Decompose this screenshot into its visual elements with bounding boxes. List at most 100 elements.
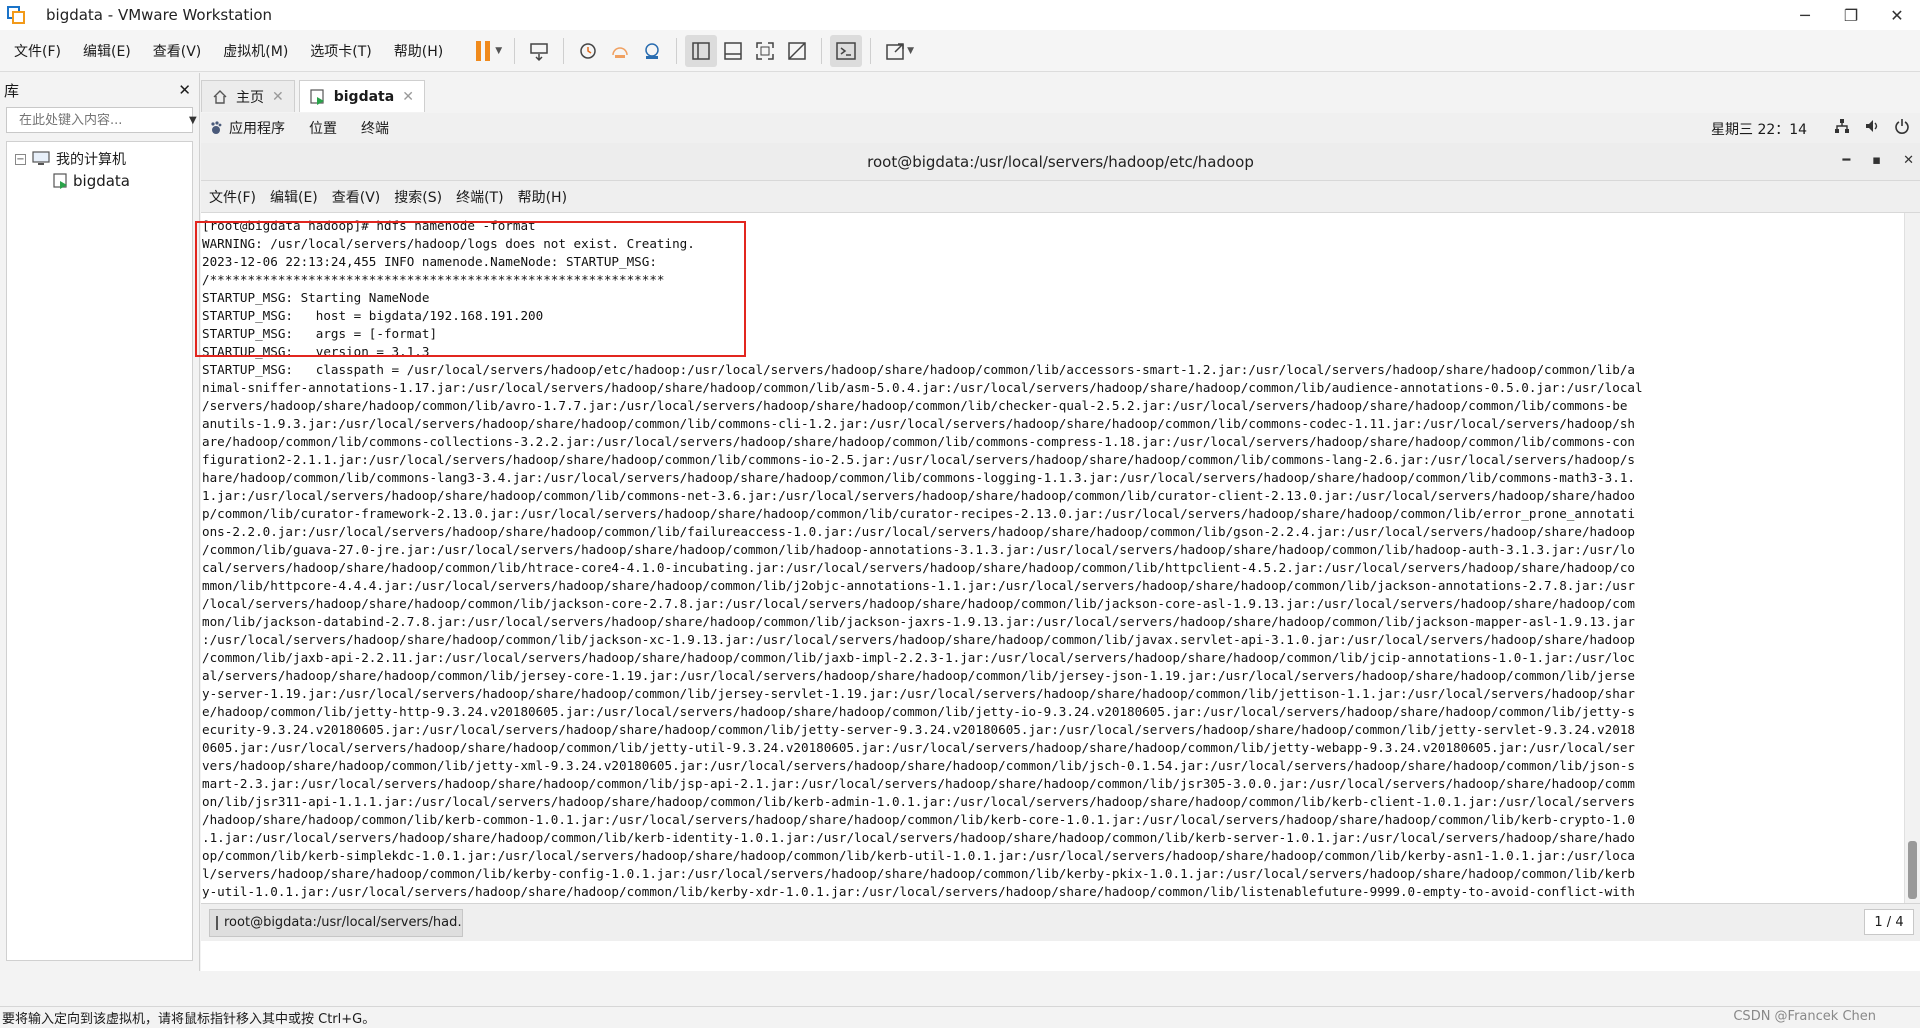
terminal-line: /servers/hadoop/share/hadoop/common/lib/…	[202, 398, 1628, 413]
scrollbar-thumb[interactable]	[1908, 841, 1917, 899]
minimize-icon[interactable]: ─	[1782, 0, 1828, 30]
stretch-dropdown-icon[interactable]: ▼	[907, 46, 914, 56]
menu-file[interactable]: 文件(F)	[6, 41, 69, 61]
library-header: 库 ✕	[0, 73, 199, 107]
library-panel: 库 ✕ ▼ − 我的计算机 bigdata	[0, 73, 200, 971]
vm-display[interactable]: 应用程序 位置 终端 星期三 22：14 root@bigdata:/usr/l…	[195, 113, 1920, 971]
unity-button[interactable]	[781, 35, 813, 67]
terminal-line: STARTUP_MSG: host = bigdata/192.168.191.…	[202, 308, 544, 323]
snapshot-manager-icon	[645, 42, 659, 59]
terminal-line: nimal-sniffer-annotations-1.17.jar:/usr/…	[202, 380, 1643, 395]
window-titlebar: bigdata - VMware Workstation ─ ❐ ✕	[0, 0, 1920, 30]
console-icon	[836, 41, 856, 60]
terminal-menu-help[interactable]: 帮助(H)	[518, 187, 567, 207]
collapse-icon[interactable]: −	[15, 153, 26, 165]
gnome-clock[interactable]: 星期三 22：14	[1711, 119, 1807, 139]
terminal-menubar: 文件(F) 编辑(E) 查看(V) 搜索(S) 终端(T) 帮助(H)	[201, 181, 1920, 213]
show-library-button[interactable]	[685, 34, 718, 67]
main-menubar: 文件(F) 编辑(E) 查看(V) 虚拟机(M) 选项卡(T) 帮助(H) ▼	[0, 30, 1920, 72]
console-view-button[interactable]	[830, 34, 863, 67]
menu-view[interactable]: 查看(V)	[145, 41, 210, 61]
restore-icon[interactable]: ❐	[1828, 0, 1874, 30]
terminal-line: cal/servers/hadoop/share/hadoop/common/l…	[202, 560, 1636, 575]
terminal-line: mart-2.3.jar:/usr/local/servers/hadoop/s…	[202, 776, 1636, 791]
watermark: CSDN @Francek Chen	[1733, 1009, 1876, 1024]
terminal-line: are/hadoop/common/lib/commons-collection…	[202, 434, 1636, 449]
terminal-line: 2023-12-06 22:13:24,455 INFO namenode.Na…	[202, 254, 657, 269]
power-icon[interactable]	[1894, 118, 1910, 134]
send-keys-button[interactable]	[523, 35, 555, 67]
terminal-line: mmon/lib/httpcore-4.4.4.jar:/usr/local/s…	[202, 578, 1636, 593]
menu-help[interactable]: 帮助(H)	[386, 41, 451, 61]
terminal-maximize-icon[interactable]: ▪	[1872, 153, 1881, 168]
library-search: ▼	[6, 107, 197, 133]
terminal-menu-file[interactable]: 文件(F)	[209, 187, 256, 207]
terminal-line: hare/hadoop/common/lib/commons-lang3-3.4…	[202, 470, 1636, 485]
terminal-line: /common/lib/jaxb-api-2.2.11.jar:/usr/loc…	[202, 650, 1636, 665]
volume-icon[interactable]	[1864, 118, 1880, 134]
terminal-menu-terminal[interactable]: 终端(T)	[456, 187, 503, 207]
terminal-line: figuration2-2.1.1.jar:/usr/local/servers…	[202, 452, 1636, 467]
terminal-scrollbar[interactable]	[1904, 213, 1920, 903]
terminal-line: l/servers/hadoop/share/hadoop/common/lib…	[202, 866, 1636, 881]
window-title: bigdata - VMware Workstation	[46, 6, 273, 24]
terminal-line: WARNING: /usr/local/servers/hadoop/logs …	[202, 236, 695, 251]
snapshot-button[interactable]	[572, 35, 604, 67]
terminal-menu-search[interactable]: 搜索(S)	[394, 187, 442, 207]
terminal-menu-edit[interactable]: 编辑(E)	[270, 187, 318, 207]
tab-label: bigdata	[333, 88, 395, 105]
menu-edit[interactable]: 编辑(E)	[75, 41, 139, 61]
terminal-close-icon[interactable]: ✕	[1903, 153, 1914, 168]
gnome-terminal-menu[interactable]: 终端	[361, 118, 389, 138]
terminal-title: root@bigdata:/usr/local/servers/hadoop/e…	[867, 152, 1254, 171]
search-dropdown-icon[interactable]: ▼	[189, 115, 197, 126]
workspace-pager[interactable]: 1 / 4	[1864, 909, 1914, 935]
gnome-foot-icon	[211, 121, 222, 134]
tab-close-icon[interactable]: ✕	[272, 89, 284, 105]
tree-item-my-computer[interactable]: − 我的计算机	[7, 148, 192, 170]
tab-close-icon[interactable]: ✕	[402, 89, 414, 105]
fullscreen-button[interactable]	[749, 35, 781, 67]
close-icon[interactable]: ✕	[1874, 0, 1920, 30]
terminal-line: p/common/lib/curator-framework-2.13.0.ja…	[202, 506, 1636, 521]
library-search-input[interactable]	[19, 112, 189, 128]
gnome-places-menu[interactable]: 位置	[309, 118, 337, 138]
tab-bigdata[interactable]: bigdata ✕	[298, 80, 425, 112]
terminal-minimize-icon[interactable]: ━	[1842, 153, 1850, 168]
tab-label: 主页	[236, 89, 264, 106]
terminal-line: STARTUP_MSG: Starting NameNode	[202, 290, 430, 305]
terminal-line: /***************************************…	[202, 272, 665, 287]
terminal-menu-view[interactable]: 查看(V)	[332, 187, 381, 207]
library-close-icon[interactable]: ✕	[178, 81, 191, 99]
thumbnail-bar-button[interactable]	[717, 35, 749, 67]
menu-tabs[interactable]: 选项卡(T)	[302, 41, 379, 61]
unity-icon	[788, 41, 806, 60]
tree-item-label: 我的计算机	[56, 152, 126, 168]
taskbar-item-terminal[interactable]: root@bigdata:/usr/local/servers/had…	[209, 908, 463, 937]
revert-snapshot-button[interactable]	[604, 35, 636, 67]
revert-icon	[612, 46, 628, 58]
toolbar: ▼ ▼	[467, 34, 918, 67]
terminal-line: vers/hadoop/share/hadoop/common/lib/jett…	[202, 758, 1636, 773]
home-icon	[213, 89, 227, 104]
terminal-line: mon/lib/jackson-databind-2.7.8.jar:/usr/…	[202, 614, 1636, 629]
tab-home[interactable]: 主页 ✕	[201, 80, 295, 112]
network-icon[interactable]	[1834, 118, 1850, 134]
menu-vm[interactable]: 虚拟机(M)	[215, 41, 296, 61]
snapshot-manager-button[interactable]	[636, 35, 668, 67]
vmware-logo-icon	[6, 5, 26, 25]
library-tree: − 我的计算机 bigdata	[6, 141, 193, 961]
terminal-line: STARTUP_MSG: args = [-format]	[202, 326, 438, 341]
gnome-applications-menu[interactable]: 应用程序	[229, 118, 285, 138]
statusbar: 要将输入定向到该虚拟机，请将鼠标指针移入其中或按 Ctrl+G。 CSDN @F…	[0, 1006, 1920, 1028]
terminal-line: 1.jar:/usr/local/servers/hadoop/share/ha…	[202, 488, 1636, 503]
stretch-icon	[886, 42, 904, 60]
terminal-output[interactable]: [root@bigdata hadoop]# hdfs namenode -fo…	[201, 213, 1904, 903]
thumbnail-layout-icon	[724, 41, 742, 60]
vm-icon	[310, 88, 324, 105]
terminal-line: al/servers/hadoop/share/hadoop/common/li…	[202, 668, 1636, 683]
gnome-tray	[1834, 118, 1910, 134]
tree-item-bigdata[interactable]: bigdata	[7, 170, 192, 192]
pause-dropdown-icon[interactable]: ▼	[495, 46, 502, 56]
vm-tabs: 主页 ✕ bigdata ✕	[201, 80, 429, 112]
